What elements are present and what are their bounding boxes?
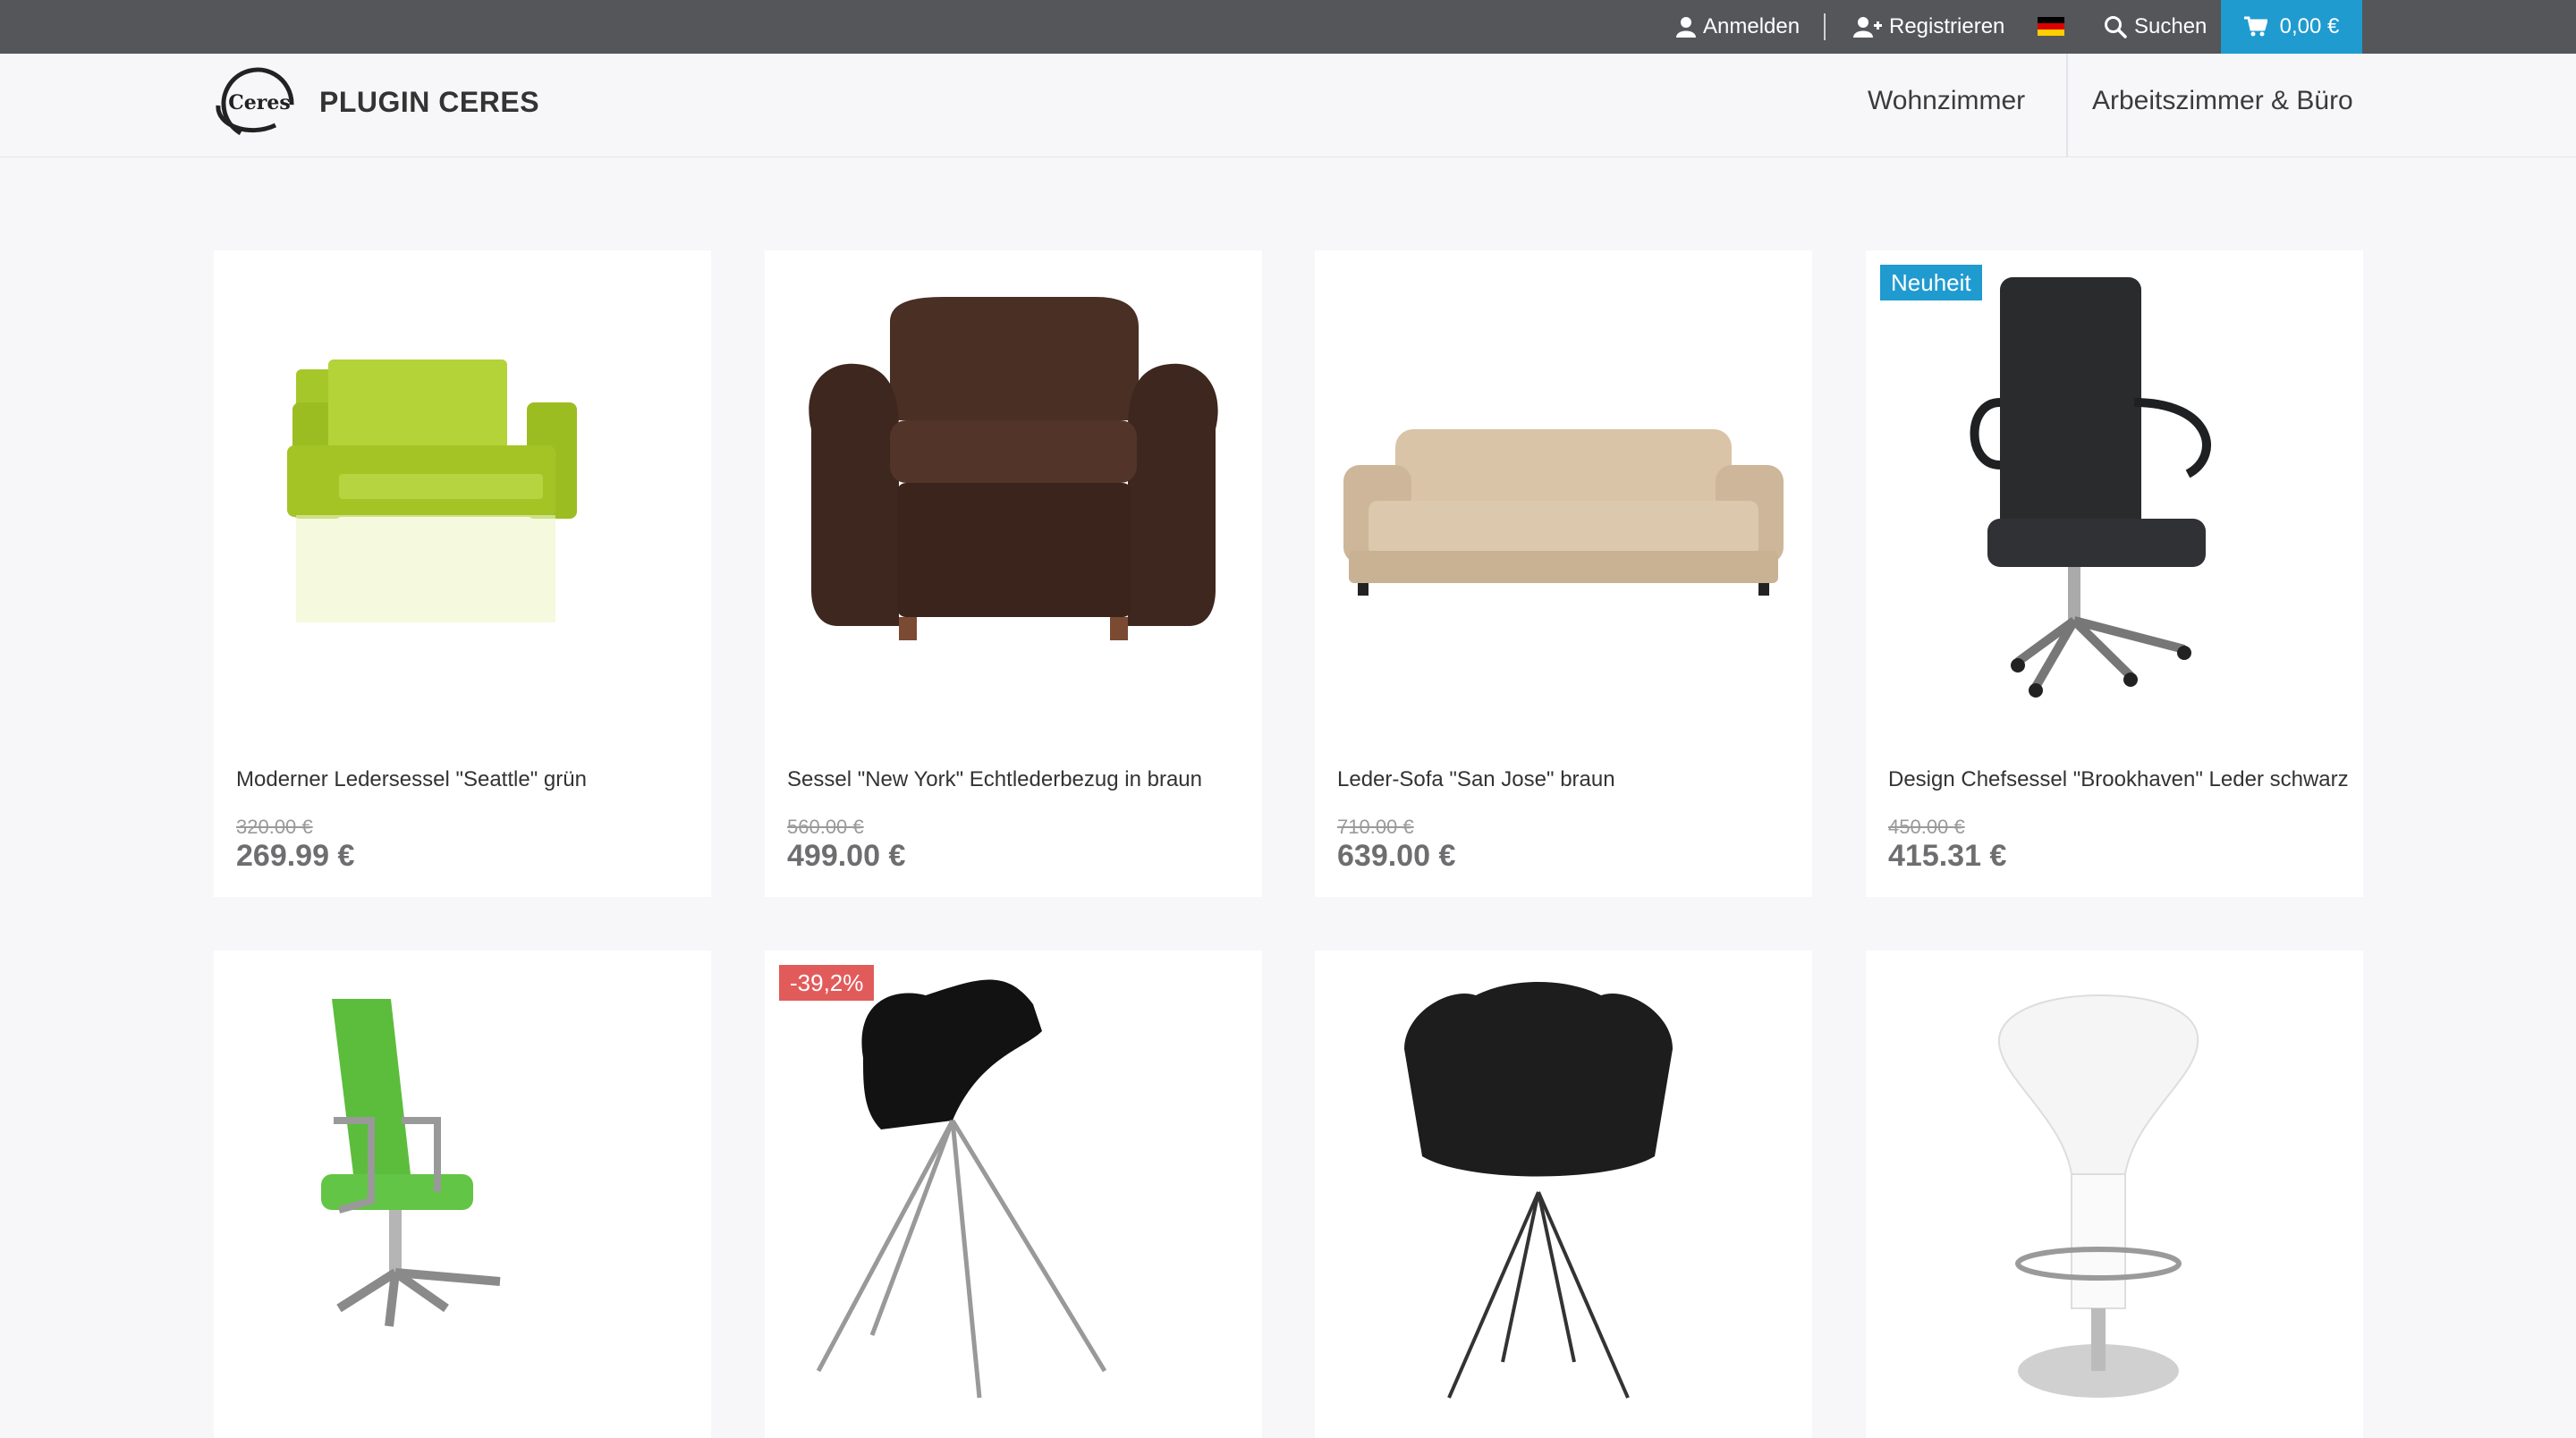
new-badge: Neuheit xyxy=(1880,265,1982,300)
product-image-beige-leather-sofa[interactable] xyxy=(1315,250,1812,733)
search-icon xyxy=(2105,16,2127,38)
top-bar: Anmelden Registrieren Suchen 0,00 € xyxy=(0,0,2576,54)
product-card[interactable]: Moderner Ledersessel "Seattle" grün 320.… xyxy=(214,250,711,897)
product-name[interactable]: Leder-Sofa "San Jose" braun xyxy=(1337,767,1615,792)
search-button[interactable]: Suchen xyxy=(2104,0,2207,54)
price: 415.31 € xyxy=(1888,839,2007,873)
product-card[interactable] xyxy=(1866,951,2363,1438)
product-image-black-shell-chair-wire[interactable] xyxy=(1315,951,1812,1434)
user-plus-icon xyxy=(1853,17,1882,38)
ceres-logo[interactable]: Ceres xyxy=(213,66,299,141)
product-name[interactable]: Moderner Ledersessel "Seattle" grün xyxy=(236,767,587,792)
sale-badge: -39,2% xyxy=(779,965,875,1001)
register-link[interactable]: Registrieren xyxy=(1853,0,2004,54)
price: 499.00 € xyxy=(787,839,906,873)
product-image-green-office-chair[interactable] xyxy=(214,951,711,1434)
topbar-divider xyxy=(1824,13,1826,40)
product-image-green-armchair[interactable] xyxy=(214,250,711,733)
product-image-black-executive-chair[interactable] xyxy=(1866,250,2363,733)
product-card[interactable] xyxy=(214,951,711,1438)
search-label: Suchen xyxy=(2134,14,2207,38)
product-card[interactable] xyxy=(1315,951,1812,1438)
flag-germany-icon[interactable] xyxy=(2038,17,2064,36)
old-price: 320.00 € xyxy=(236,816,313,838)
cart-total: 0,00 € xyxy=(2279,14,2340,38)
product-card[interactable]: Neuheit Design Chefsessel "Brookhaven" L… xyxy=(1866,250,2363,897)
product-name[interactable]: Design Chefsessel "Brookhaven" Leder sch… xyxy=(1888,767,2349,792)
cart-button[interactable]: 0,00 € xyxy=(2221,0,2362,54)
product-image-brown-leather-armchair[interactable] xyxy=(765,250,1262,733)
price: 269.99 € xyxy=(236,839,355,873)
product-card[interactable]: -39,2% xyxy=(765,951,1262,1438)
svg-text:Ceres: Ceres xyxy=(228,91,290,114)
old-price: 450.00 € xyxy=(1888,816,1965,838)
old-price: 710.00 € xyxy=(1337,816,1414,838)
cart-icon xyxy=(2243,16,2267,37)
product-card[interactable]: Leder-Sofa "San Jose" braun 710.00 € 639… xyxy=(1315,250,1812,897)
product-image-white-bar-stool[interactable] xyxy=(1866,951,2363,1434)
price: 639.00 € xyxy=(1337,839,1456,873)
product-image-black-shell-chair-chrome[interactable] xyxy=(765,951,1262,1434)
nav-item-wohnzimmer[interactable]: Wohnzimmer xyxy=(1868,86,2025,116)
register-label: Registrieren xyxy=(1889,14,2005,38)
login-link[interactable]: Anmelden xyxy=(1676,0,1800,54)
product-name[interactable]: Sessel "New York" Echtlederbezug in brau… xyxy=(787,767,1202,792)
login-label: Anmelden xyxy=(1703,14,1801,38)
nav-divider xyxy=(2066,54,2068,156)
product-card[interactable]: Sessel "New York" Echtlederbezug in brau… xyxy=(765,250,1262,897)
nav-item-arbeitszimmer-buero[interactable]: Arbeitszimmer & Büro xyxy=(2092,86,2353,116)
brand-name[interactable]: PLUGIN CERES xyxy=(319,86,539,119)
user-icon xyxy=(1676,17,1696,38)
old-price: 560.00 € xyxy=(787,816,864,838)
